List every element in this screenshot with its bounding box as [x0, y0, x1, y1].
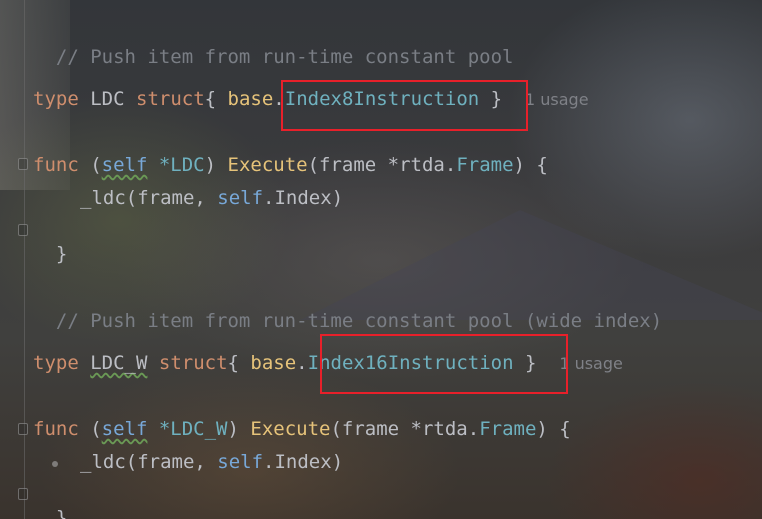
params-open: (frame * — [330, 418, 422, 440]
breakpoint-hint-icon[interactable] — [52, 461, 58, 467]
args-close: ) — [331, 451, 344, 473]
package-name: rtda — [399, 154, 445, 176]
paren-open: ( — [78, 154, 102, 176]
fold-icon[interactable] — [18, 158, 28, 170]
type-name: LDC_W — [90, 352, 148, 374]
receiver-type[interactable]: *LDC — [147, 154, 205, 176]
brace-close: } — [55, 507, 68, 519]
dot: . — [467, 418, 480, 440]
keyword-func: func — [33, 418, 79, 440]
self-ref: self — [217, 451, 264, 473]
method-name[interactable]: Execute — [228, 154, 308, 176]
code-line-func-ldc[interactable]: func (self *LDC) Execute(frame *rtda.Fra… — [33, 153, 548, 177]
dot: . — [444, 154, 457, 176]
package-name: rtda — [421, 418, 468, 440]
fold-icon[interactable] — [18, 224, 28, 236]
code-line-call-ldc[interactable]: _ldc(frame, self.Index) — [80, 186, 343, 210]
field-ref: .Index — [263, 451, 332, 473]
receiver-self: self — [101, 154, 148, 176]
receiver-type[interactable]: *LDC_W — [147, 418, 228, 440]
paren-close: ) — [204, 154, 228, 176]
params-close: ) { — [513, 154, 548, 176]
keyword-struct: struct — [136, 88, 205, 110]
keyword-type: type — [33, 88, 79, 110]
code-line-close[interactable]: } — [33, 482, 67, 519]
brace-open: { — [204, 88, 228, 110]
function-call[interactable]: _ldc — [80, 451, 126, 473]
args-open: (frame, — [125, 451, 218, 473]
code-line-comment[interactable]: // Push item from run-time constant pool — [33, 21, 514, 68]
code-comment: // Push item from run-time constant pool — [55, 46, 514, 68]
fold-icon[interactable] — [18, 488, 28, 500]
params-open: (frame * — [307, 154, 400, 176]
paren-open: ( — [78, 418, 102, 440]
args-close: ) — [331, 187, 344, 209]
package-name: base — [227, 88, 274, 110]
code-line-comment[interactable]: // Push item from run-time constant pool… — [33, 285, 662, 332]
fold-icon[interactable] — [18, 423, 28, 435]
code-line-close[interactable]: } — [33, 218, 67, 265]
field-ref: .Index — [263, 187, 332, 209]
highlight-box — [320, 334, 568, 394]
dot: . — [296, 352, 308, 374]
highlight-box — [281, 80, 528, 131]
code-line-call-ldc[interactable]: _ldc(frame, self.Index) — [80, 450, 343, 474]
code-comment: // Push item from run-time constant pool… — [55, 310, 663, 332]
type-name: LDC — [90, 88, 125, 110]
keyword-type: type — [33, 352, 79, 374]
gutter-indent-guide — [24, 0, 25, 519]
function-call[interactable]: _ldc — [80, 187, 126, 209]
receiver-self: self — [101, 418, 148, 440]
args-open: (frame, — [125, 187, 218, 209]
method-name[interactable]: Execute — [250, 418, 330, 440]
paren-close: ) — [227, 418, 251, 440]
param-type[interactable]: Frame — [456, 154, 513, 176]
brace-close: } — [55, 243, 68, 265]
usage-hint[interactable]: 1 usage — [525, 90, 589, 109]
self-ref: self — [217, 187, 264, 209]
keyword-func: func — [33, 154, 79, 176]
param-type[interactable]: Frame — [479, 418, 536, 440]
params-close: ) { — [536, 418, 571, 440]
code-line-func-ldc-w[interactable]: func (self *LDC_W) Execute(frame *rtda.F… — [33, 417, 571, 441]
brace-open: { — [227, 352, 251, 374]
usage-hint[interactable]: 1 usage — [559, 354, 623, 373]
package-name: base — [250, 352, 297, 374]
keyword-struct: struct — [158, 352, 228, 374]
